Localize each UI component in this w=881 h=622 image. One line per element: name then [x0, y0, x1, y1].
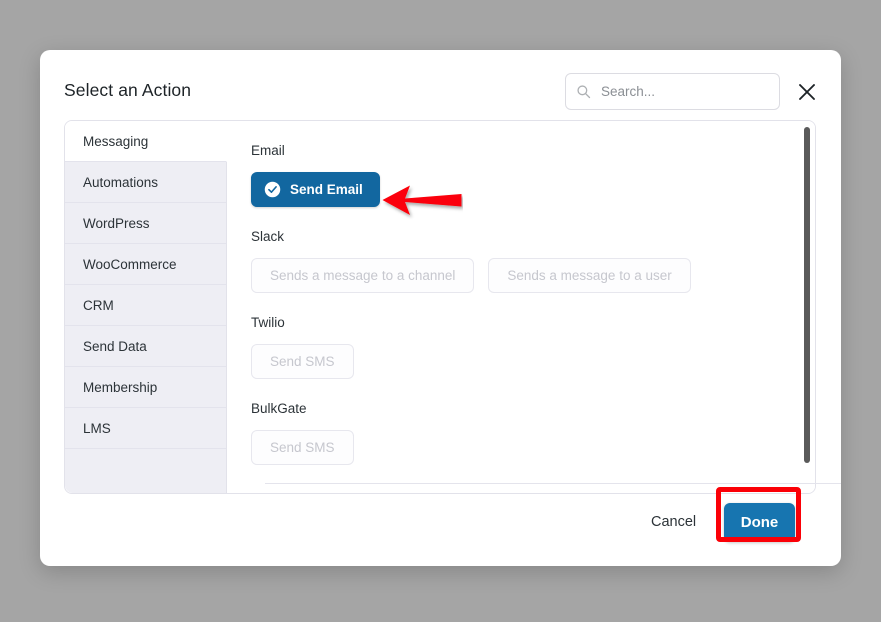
search-icon [576, 84, 591, 99]
sidebar-item-send-data[interactable]: Send Data [65, 326, 226, 367]
action-group-label: Twilio [251, 315, 285, 330]
action-group-label: Email [251, 143, 285, 158]
select-action-modal: Select an Action Messaging Automations Wor… [40, 50, 841, 566]
action-chip-row: Send Email [251, 172, 787, 207]
action-chip-sends-a-message-to-a-channel[interactable]: Sends a message to a channel [251, 258, 475, 293]
action-chip-row: Send SMS [251, 430, 787, 465]
action-chip-label: Send SMS [270, 354, 335, 369]
action-group: BulkGate Send SMS [251, 401, 787, 465]
sidebar-item-label: Automations [83, 174, 159, 190]
sidebar-item-label: WordPress [83, 215, 150, 231]
sidebar-item-label: Messaging [83, 133, 149, 149]
content-scrollbar-track[interactable] [804, 123, 813, 491]
action-chip-row: Send SMS [251, 344, 787, 379]
action-picker-panel: Messaging Automations WordPress WooCommerce… [64, 120, 816, 494]
sidebar-item-label: Send Data [83, 338, 147, 354]
action-group: Slack Sends a message to a channel Sends a… [251, 229, 787, 293]
action-chip-sends-a-message-to-a-user[interactable]: Sends a message to a user [488, 258, 691, 293]
action-group: Email Send Email [251, 143, 787, 207]
modal-header: Select an Action [40, 50, 841, 120]
search-field-wrapper[interactable] [565, 73, 780, 110]
sidebar-item-label: CRM [83, 297, 114, 313]
sidebar-item-woocommerce[interactable]: WooCommerce [65, 244, 226, 285]
sidebar-item-lms[interactable]: LMS [65, 408, 226, 449]
actions-content: Email Send Email Slack Sends a message to a… [227, 121, 815, 493]
action-chip-send-email[interactable]: Send Email [251, 172, 380, 207]
cancel-button[interactable]: Cancel [651, 514, 696, 530]
search-input[interactable] [599, 83, 769, 100]
modal-footer: Cancel Done [40, 484, 841, 566]
sidebar-item-membership[interactable]: Membership [65, 367, 226, 408]
content-scrollbar-thumb[interactable] [804, 127, 810, 463]
sidebar-item-label: LMS [83, 420, 111, 436]
action-chip-send-sms[interactable]: Send SMS [251, 344, 354, 379]
sidebar-item-messaging[interactable]: Messaging [65, 121, 227, 162]
action-chip-send-sms[interactable]: Send SMS [251, 430, 354, 465]
action-chip-label: Sends a message to a user [507, 268, 672, 283]
check-circle-icon [264, 181, 281, 198]
action-chip-label: Send SMS [270, 440, 335, 455]
close-icon[interactable] [795, 80, 819, 104]
action-chip-row: Sends a message to a channel Sends a mess… [251, 258, 787, 293]
sidebar-item-label: Membership [83, 379, 158, 395]
category-sidebar: Messaging Automations WordPress WooCommerce… [65, 121, 227, 493]
action-group-label: BulkGate [251, 401, 307, 416]
done-button[interactable]: Done [724, 503, 795, 542]
sidebar-item-label: WooCommerce [83, 256, 177, 272]
action-chip-label: Send Email [290, 182, 363, 197]
sidebar-item-crm[interactable]: CRM [65, 285, 226, 326]
action-group: Twilio Send SMS [251, 315, 787, 379]
action-chip-label: Sends a message to a channel [270, 268, 456, 283]
sidebar-item-automations[interactable]: Automations [65, 162, 226, 203]
action-group-label: Slack [251, 229, 285, 244]
page-title: Select an Action [64, 80, 192, 100]
sidebar-item-wordpress[interactable]: WordPress [65, 203, 226, 244]
